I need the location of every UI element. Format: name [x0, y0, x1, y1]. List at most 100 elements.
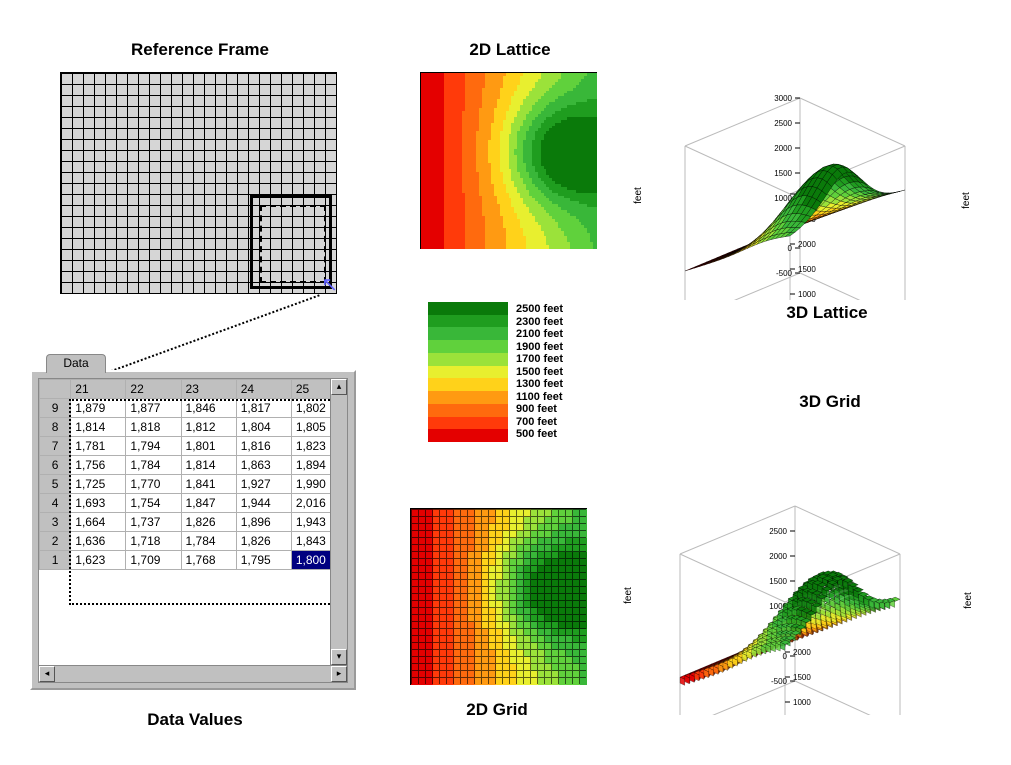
data-cell[interactable]: 1,863	[236, 456, 291, 475]
data-cell[interactable]: 1,784	[126, 456, 181, 475]
grid3d-chart: 2500250020002000150015001000100050050000…	[615, 420, 965, 700]
row-header[interactable]: 7	[40, 437, 71, 456]
reference-frame: ↖	[60, 72, 337, 294]
data-cell[interactable]: 1,718	[126, 532, 181, 551]
legend-label: 1500 feet	[516, 366, 563, 379]
legend-swatch	[428, 391, 508, 404]
data-cell[interactable]: 1,826	[236, 532, 291, 551]
lattice2d-chart	[420, 72, 597, 249]
data-tab[interactable]: Data	[46, 354, 106, 373]
data-cell[interactable]: 1,754	[126, 494, 181, 513]
legend-swatch	[428, 366, 508, 379]
data-cell[interactable]: 1,784	[181, 532, 236, 551]
row-header[interactable]: 6	[40, 456, 71, 475]
legend-swatch	[428, 429, 508, 442]
data-cell[interactable]: 1,664	[71, 513, 126, 532]
data-cell[interactable]: 1,841	[181, 475, 236, 494]
scroll-down-icon[interactable]: ▾	[331, 649, 347, 665]
svg-text:2000: 2000	[774, 144, 792, 153]
data-cell[interactable]: 1,756	[71, 456, 126, 475]
col-header[interactable]: 23	[181, 380, 236, 399]
legend-swatch	[428, 340, 508, 353]
data-cell[interactable]: 1,770	[126, 475, 181, 494]
legend-labels: 2500 feet2300 feet2100 feet1900 feet1700…	[516, 303, 563, 441]
data-cell[interactable]: 1,879	[71, 399, 126, 418]
grid2d-chart	[410, 508, 587, 685]
grid3d-title: 3D Grid	[770, 392, 890, 412]
data-cell[interactable]: 1,804	[236, 418, 291, 437]
data-cell[interactable]: 1,826	[181, 513, 236, 532]
data-cell[interactable]: 1,814	[181, 456, 236, 475]
lattice2d-title: 2D Lattice	[440, 40, 580, 60]
data-cell[interactable]: 1,814	[71, 418, 126, 437]
svg-text:0: 0	[788, 244, 793, 253]
data-cell[interactable]: 1,794	[126, 437, 181, 456]
row-header[interactable]: 8	[40, 418, 71, 437]
data-cell[interactable]: 1,709	[126, 551, 181, 570]
col-header[interactable]: 22	[126, 380, 181, 399]
svg-text:1500: 1500	[793, 673, 811, 682]
data-cell[interactable]: 1,693	[71, 494, 126, 513]
svg-text:1000: 1000	[793, 698, 811, 707]
row-header[interactable]: 3	[40, 513, 71, 532]
grid3d-zlabel-left: feet	[623, 587, 634, 604]
row-header[interactable]: 4	[40, 494, 71, 513]
legend-label: 1300 feet	[516, 378, 563, 391]
scroll-left-icon[interactable]: ◂	[39, 666, 55, 682]
legend-label: 900 feet	[516, 403, 563, 416]
svg-text:3000: 3000	[774, 94, 792, 103]
data-cell[interactable]: 1,636	[71, 532, 126, 551]
grid3d-svg: 2500250020002000150015001000100050050000…	[615, 420, 975, 715]
data-cell[interactable]: 1,781	[71, 437, 126, 456]
legend-label: 500 feet	[516, 428, 563, 441]
data-cell[interactable]: 1,896	[236, 513, 291, 532]
svg-text:2000: 2000	[769, 552, 787, 561]
data-values-title: Data Values	[125, 710, 265, 730]
data-cell[interactable]: 1,801	[181, 437, 236, 456]
row-header[interactable]: 5	[40, 475, 71, 494]
legend-swatch	[428, 315, 508, 328]
data-cell[interactable]: 1,737	[126, 513, 181, 532]
data-cell[interactable]: 1,877	[126, 399, 181, 418]
data-cell[interactable]: 1,623	[71, 551, 126, 570]
data-cell[interactable]: 1,816	[236, 437, 291, 456]
grid2d-title: 2D Grid	[447, 700, 547, 720]
data-table-scroll[interactable]: 2122232425 91,8791,8771,8461,8171,80281,…	[38, 378, 348, 666]
selection-dashed	[260, 205, 326, 283]
row-header[interactable]: 1	[40, 551, 71, 570]
legend-swatch	[428, 302, 508, 315]
data-cell[interactable]: 1,817	[236, 399, 291, 418]
data-cell[interactable]: 1,818	[126, 418, 181, 437]
vertical-scrollbar[interactable]: ▴ ▾	[330, 378, 348, 666]
legend-swatch	[428, 353, 508, 366]
lattice3d-chart: 3000300025002500200020001500150010001000…	[625, 40, 975, 320]
svg-text:1000: 1000	[798, 290, 816, 299]
data-cell[interactable]: 1,812	[181, 418, 236, 437]
lattice3d-svg: 3000300025002500200020001500150010001000…	[625, 40, 975, 300]
data-cell[interactable]: 1,847	[181, 494, 236, 513]
lattice3d-zlabel-left: feet	[633, 187, 644, 204]
horizontal-scrollbar[interactable]: ◂ ▸	[38, 665, 348, 683]
legend-swatch	[428, 417, 508, 430]
row-header[interactable]: 9	[40, 399, 71, 418]
svg-text:-500: -500	[776, 269, 793, 278]
data-cell[interactable]: 1,725	[71, 475, 126, 494]
scroll-up-icon[interactable]: ▴	[331, 379, 347, 395]
data-cell[interactable]: 1,944	[236, 494, 291, 513]
legend-swatch	[428, 404, 508, 417]
data-cell[interactable]: 1,927	[236, 475, 291, 494]
data-table: 2122232425 91,8791,8771,8461,8171,80281,…	[39, 379, 347, 570]
data-cell[interactable]: 1,846	[181, 399, 236, 418]
scroll-right-icon[interactable]: ▸	[331, 666, 347, 682]
svg-text:2000: 2000	[793, 648, 811, 657]
data-cell[interactable]: 1,795	[236, 551, 291, 570]
color-legend: 2500 feet2300 feet2100 feet1900 feet1700…	[428, 302, 563, 442]
row-header[interactable]: 2	[40, 532, 71, 551]
svg-text:1500: 1500	[798, 265, 816, 274]
grid2d-gridlines	[411, 509, 586, 684]
col-header[interactable]: 24	[236, 380, 291, 399]
col-header[interactable]: 21	[71, 380, 126, 399]
svg-text:-500: -500	[771, 677, 788, 686]
data-cell[interactable]: 1,768	[181, 551, 236, 570]
grid3d-zlabel-right: feet	[963, 592, 974, 609]
